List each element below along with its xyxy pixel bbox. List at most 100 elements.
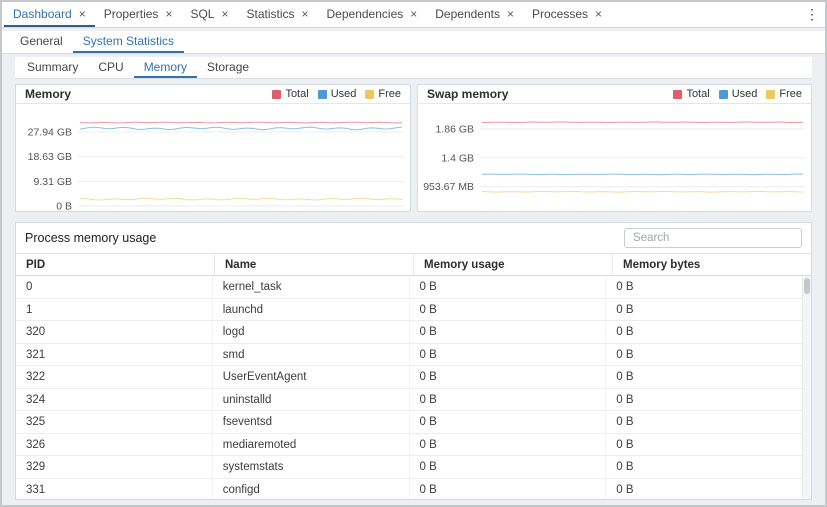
table-cell: launchd: [213, 299, 410, 321]
table-row[interactable]: 1launchd0 B0 B: [16, 299, 802, 322]
window-tab-dependents[interactable]: Dependents ×: [426, 2, 523, 27]
legend-swatch-total: [673, 90, 682, 99]
legend-label: Total: [285, 88, 308, 100]
window-tab-statistics[interactable]: Statistics×: [237, 2, 317, 27]
table-cell: 0 B: [410, 434, 607, 456]
legend-label: Used: [331, 88, 357, 100]
scrollbar-thumb[interactable]: [804, 278, 810, 294]
column-header-pid[interactable]: PID: [16, 254, 215, 275]
table-row[interactable]: 322UserEventAgent0 B0 B: [16, 366, 802, 389]
table-scrollbar[interactable]: [802, 276, 811, 499]
table-row[interactable]: 326mediaremoted0 B0 B: [16, 434, 802, 457]
tab-summary[interactable]: Summary: [17, 57, 88, 78]
legend-item-used: Used: [318, 88, 357, 100]
table-cell: 0 B: [410, 276, 607, 298]
close-icon[interactable]: ×: [165, 8, 172, 20]
process-panel-title: Process memory usage: [25, 231, 156, 245]
close-icon[interactable]: ×: [302, 8, 309, 20]
table-cell: 322: [16, 366, 213, 388]
table-body: 0kernel_task0 B0 B1launchd0 B0 B320logd0…: [16, 276, 811, 499]
tab-storage[interactable]: Storage: [197, 57, 259, 78]
legend-swatch-free: [766, 90, 775, 99]
chart-plot-area: 0 B9.31 GB18.63 GB27.94 GB: [16, 104, 410, 211]
window-tab-label: Properties: [104, 7, 159, 21]
search-input[interactable]: [624, 228, 802, 248]
tab-memory[interactable]: Memory: [134, 57, 197, 78]
series-line-total: [80, 122, 402, 123]
window-tab-label: Dashboard: [13, 7, 72, 21]
system-statistics-tab-bar: SummaryCPUMemoryStorage: [15, 57, 812, 79]
table-cell: 0 B: [410, 456, 607, 478]
table-cell: 0 B: [606, 456, 802, 478]
series-line-used: [482, 174, 803, 175]
table-row[interactable]: 324uninstalld0 B0 B: [16, 389, 802, 412]
legend-item-free: Free: [766, 88, 802, 100]
window-tab-dependencies[interactable]: Dependencies×: [318, 2, 427, 27]
legend-swatch-total: [272, 90, 281, 99]
table-cell: 0 B: [410, 299, 607, 321]
y-axis-tick-label: 9.31 GB: [33, 176, 72, 188]
table-cell: 325: [16, 411, 213, 433]
table-row[interactable]: 331configd0 B0 B: [16, 479, 802, 500]
legend-swatch-used: [719, 90, 728, 99]
legend-swatch-used: [318, 90, 327, 99]
column-header-memory-bytes[interactable]: Memory bytes: [613, 254, 811, 275]
legend-item-total: Total: [673, 88, 709, 100]
table-cell: configd: [213, 479, 410, 500]
window-tab-processes[interactable]: Processes ×: [523, 2, 611, 27]
table-cell: mediaremoted: [213, 434, 410, 456]
tab-cpu[interactable]: CPU: [88, 57, 133, 78]
window-tab-label: Dependents: [435, 7, 500, 21]
window-tab-label: SQL: [190, 7, 214, 21]
table-cell: 320: [16, 321, 213, 343]
table-row[interactable]: 325fseventsd0 B0 B: [16, 411, 802, 434]
table-cell: 0 B: [606, 344, 802, 366]
table-cell: 0 B: [410, 366, 607, 388]
table-cell: 321: [16, 344, 213, 366]
chart-title: Memory: [25, 87, 71, 101]
table-cell: 0 B: [410, 344, 607, 366]
y-axis-tick-label: 27.94 GB: [28, 126, 72, 138]
table-row[interactable]: 320logd0 B0 B: [16, 321, 802, 344]
window-tab-sql[interactable]: SQL ×: [181, 2, 237, 27]
chart-legend: Total Used Free: [272, 88, 401, 100]
close-icon[interactable]: ×: [221, 8, 228, 20]
tab-general[interactable]: General: [10, 31, 73, 53]
series-line-free: [482, 191, 803, 192]
legend-item-free: Free: [365, 88, 401, 100]
table-cell: 329: [16, 456, 213, 478]
table-cell: 324: [16, 389, 213, 411]
legend-item-used: Used: [719, 88, 758, 100]
table-cell: UserEventAgent: [213, 366, 410, 388]
table-cell: 1: [16, 299, 213, 321]
column-header-name[interactable]: Name: [215, 254, 414, 275]
table-row[interactable]: 321smd0 B0 B: [16, 344, 802, 367]
y-axis-tick-label: 953.67 MB: [423, 181, 474, 193]
close-icon[interactable]: ×: [79, 8, 86, 20]
column-header-memory-usage[interactable]: Memory usage: [414, 254, 613, 275]
chart-panel-swap-memory: Swap memoryTotalUsedFree953.67 MB1.4 GB1…: [417, 84, 812, 212]
table-cell: 0 B: [410, 321, 607, 343]
table-cell: 0 B: [606, 366, 802, 388]
kebab-menu-icon[interactable]: ⋮: [799, 2, 825, 27]
chart-header: Swap memoryTotalUsedFree: [418, 85, 811, 104]
table-row[interactable]: 329systemstats0 B0 B: [16, 456, 802, 479]
table-cell: 0 B: [410, 411, 607, 433]
table-cell: systemstats: [213, 456, 410, 478]
series-line-total: [482, 122, 803, 123]
tab-system-statistics[interactable]: System Statistics: [73, 31, 184, 53]
table-cell: 331: [16, 479, 213, 500]
close-icon[interactable]: ×: [595, 8, 602, 20]
legend-label: Total: [686, 88, 709, 100]
table-row[interactable]: 0kernel_task0 B0 B: [16, 276, 802, 299]
table-cell: fseventsd: [213, 411, 410, 433]
window-tab-label: Processes: [532, 7, 588, 21]
table-cell: 0 B: [606, 389, 802, 411]
table-cell: 0 B: [606, 299, 802, 321]
close-icon[interactable]: ×: [507, 8, 514, 20]
close-icon[interactable]: ×: [410, 8, 417, 20]
dashboard-tab-bar: GeneralSystem Statistics: [2, 31, 825, 54]
legend-label: Used: [732, 88, 758, 100]
window-tab-properties[interactable]: Properties ×: [95, 2, 182, 27]
window-tab-dashboard[interactable]: Dashboard ×: [4, 2, 95, 27]
